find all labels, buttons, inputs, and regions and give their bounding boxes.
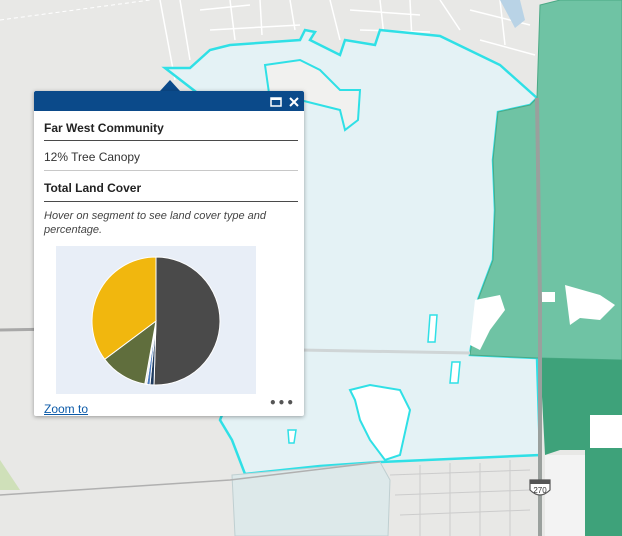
maximize-icon[interactable]	[269, 94, 283, 108]
popup-footer: Zoom to •••	[44, 396, 294, 416]
pie-chart-svg[interactable]	[56, 246, 256, 394]
popup-pointer	[160, 80, 180, 91]
tree-canopy-text: 12% Tree Canopy	[44, 150, 298, 171]
green-pocket-3	[540, 292, 555, 302]
info-popup[interactable]: Far West Community 12% Tree Canopy Total…	[34, 91, 304, 416]
parcel-sliver-2	[449, 361, 461, 384]
popup-body: Far West Community 12% Tree Canopy Total…	[34, 111, 304, 394]
zoom-to-link[interactable]: Zoom to	[44, 402, 88, 416]
hover-hint: Hover on segment to see land cover type …	[44, 210, 266, 236]
more-options-icon[interactable]: •••	[269, 396, 295, 410]
parcel-sliver-1	[427, 314, 438, 343]
land-cover-chart[interactable]	[56, 246, 256, 394]
south-community-area[interactable]	[231, 461, 391, 536]
pie-slice-0[interactable]	[153, 256, 221, 386]
popup-title: Far West Community	[44, 121, 298, 141]
popup-header	[34, 91, 304, 111]
close-icon[interactable]	[287, 94, 301, 108]
highway-shield-label: 270	[533, 486, 547, 495]
section-heading: Total Land Cover	[44, 181, 298, 202]
parcel-sliver-3	[287, 429, 297, 444]
highway-shield-270: 270	[528, 478, 552, 500]
southeast-parcel-white	[590, 415, 622, 448]
